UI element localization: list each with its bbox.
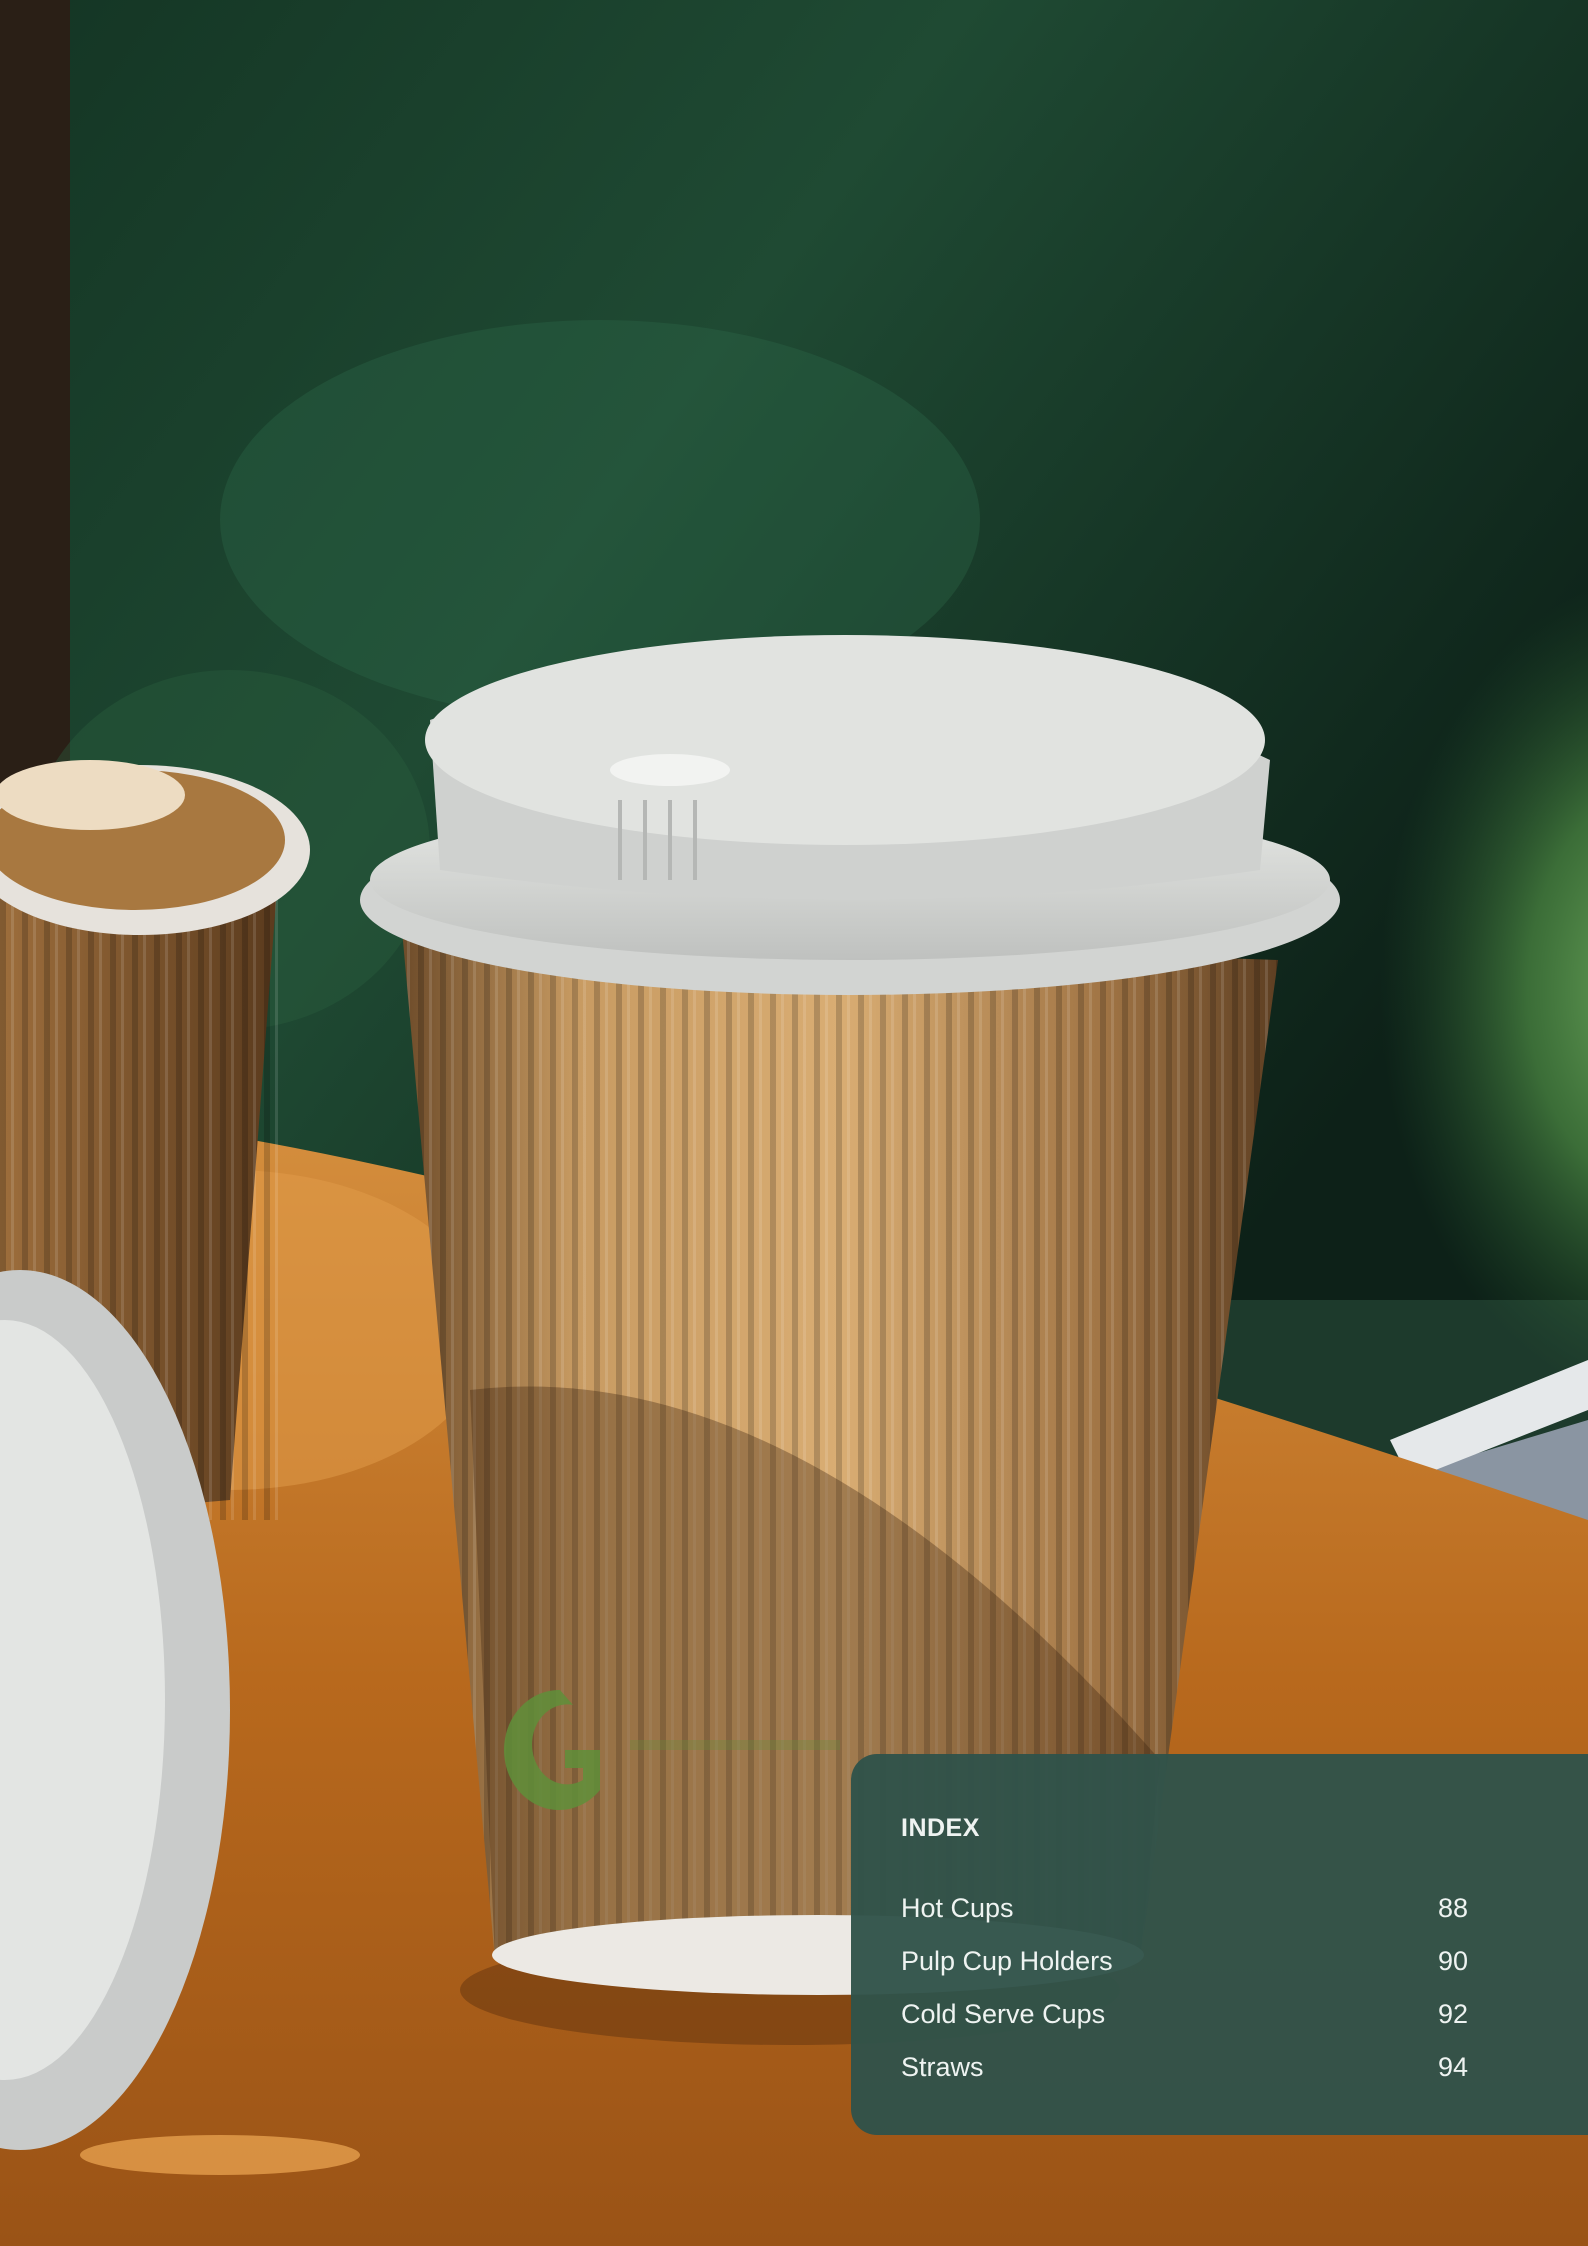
index-entry-pulp-cup-holders[interactable]: Pulp Cup Holders 90 [901,1935,1468,1988]
index-entry-label: Hot Cups [901,1893,1014,1923]
index-entry-page: 88 [1437,1893,1468,1923]
index-entry-label: Straws [901,2052,984,2082]
index-entry-hot-cups[interactable]: Hot Cups 88 [901,1882,1468,1935]
index-list: Hot Cups 88 Pulp Cup Holders 90 Cold Ser… [901,1882,1468,2094]
index-entry-label: Cold Serve Cups [901,1999,1106,2029]
index-entry-page: 90 [1437,1946,1468,1976]
index-title: INDEX [901,1814,980,1842]
index-panel: INDEX Hot Cups 88 Pulp Cup Holders 90 Co… [851,1754,1588,2135]
index-entry-cold-serve-cups[interactable]: Cold Serve Cups 92 [901,1988,1468,2041]
index-entry-label: Pulp Cup Holders [901,1946,1113,1976]
index-entry-page: 94 [1437,2052,1468,2082]
index-entry-page: 92 [1437,1999,1468,2029]
index-entry-straws[interactable]: Straws 94 [901,2041,1468,2094]
